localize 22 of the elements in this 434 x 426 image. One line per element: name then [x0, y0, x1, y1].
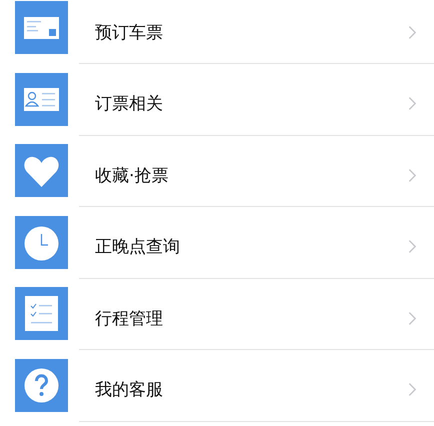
- chevron-right-icon: [408, 168, 417, 182]
- menu-item[interactable]: 正晚点查询: [0, 216, 434, 287]
- chevron-right-icon: [408, 382, 417, 397]
- menu-label: 正晚点查询: [94, 236, 181, 258]
- menu-item[interactable]: 我的客服: [0, 358, 434, 426]
- menu-item[interactable]: 订票相关: [0, 72, 434, 144]
- checklist-icon: [15, 287, 68, 340]
- chevron-right-icon: [408, 96, 417, 111]
- menu-label: 收藏·抢票: [94, 164, 170, 186]
- menu-item[interactable]: 收藏·抢票: [0, 144, 434, 216]
- menu-label: 我的客服: [94, 379, 164, 401]
- clock-icon: [15, 216, 68, 268]
- menu-item[interactable]: 预订车票: [0, 1, 434, 72]
- id-card-icon: [15, 72, 68, 126]
- menu-item[interactable]: 行程管理: [0, 287, 434, 358]
- menu-label: 预订车票: [94, 22, 164, 44]
- menu-label: 行程管理: [94, 308, 164, 330]
- chevron-right-icon: [408, 24, 417, 40]
- menu-label: 订票相关: [94, 93, 164, 115]
- chevron-right-icon: [408, 239, 417, 254]
- chevron-right-icon: [408, 310, 417, 326]
- help-icon: [15, 358, 68, 412]
